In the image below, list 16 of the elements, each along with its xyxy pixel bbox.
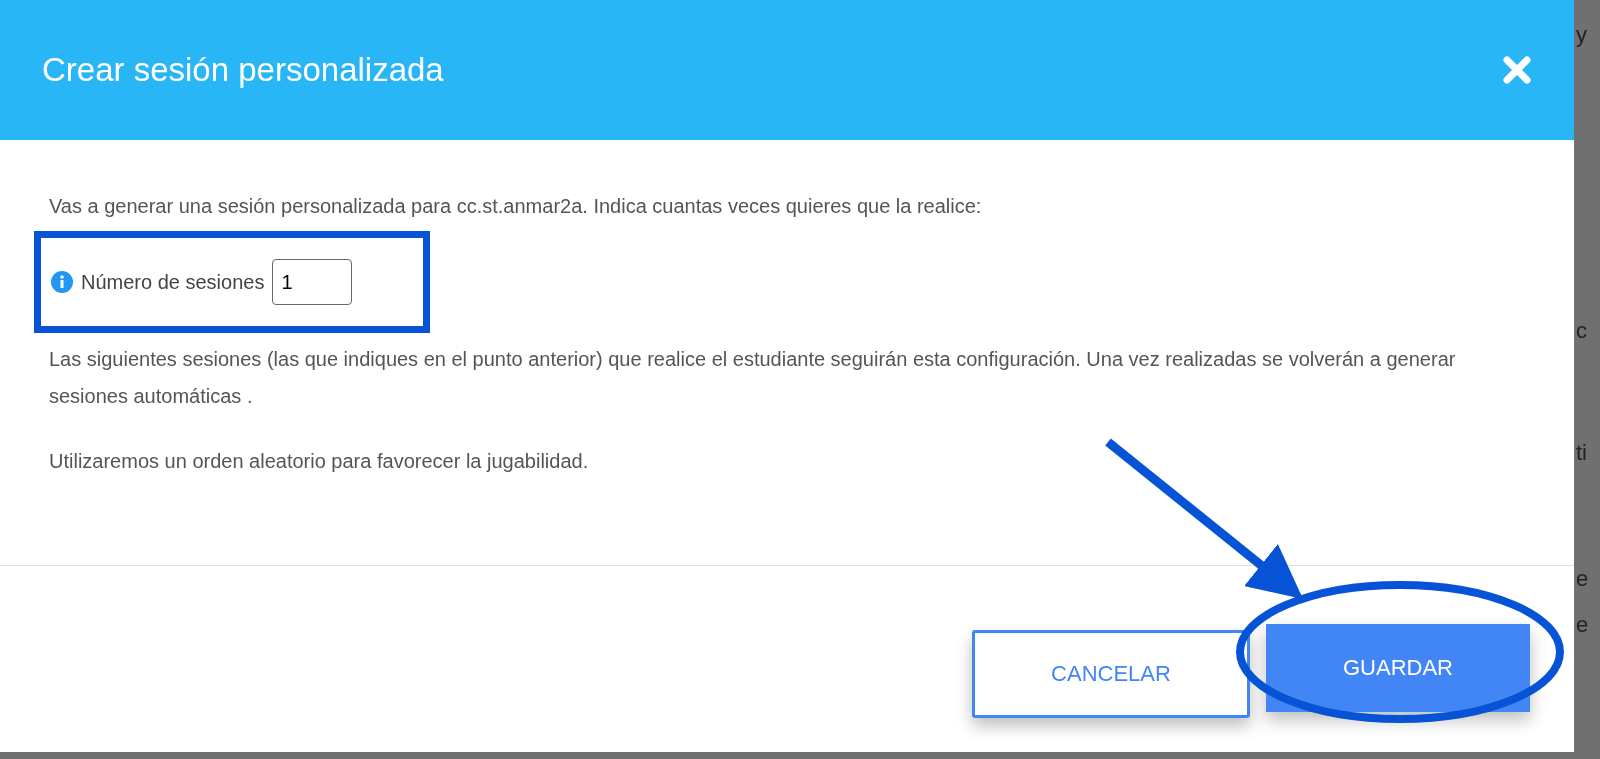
body-paragraph: Las siguientes sesiones (las que indiques en el punto anterior) que realice el estudiante seguirán esta configuración. Una vez realizadas se volverán a generar sesiones automáticas . [49, 347, 1457, 409]
close-icon [1502, 55, 1532, 85]
body-paragraph: Utilizaremos un orden aleatorio para favorecer la jugabilidad. [49, 449, 590, 474]
background-text: c [1576, 318, 1587, 344]
background-text: y [1576, 22, 1587, 48]
sessions-input[interactable]: 1 [272, 259, 353, 305]
cancel-button[interactable]: CANCELAR [972, 630, 1250, 718]
save-button[interactable]: GUARDAR [1266, 624, 1530, 712]
background-text: ti [1576, 440, 1587, 466]
dialog-title: Crear sesión personalizada [42, 51, 444, 89]
info-icon[interactable] [51, 271, 73, 293]
close-button[interactable] [1502, 55, 1532, 85]
intro-text: Vas a generar una sesión personalizada para cc.st.anmar2a. Indica cuantas veces quieres que la realice: [49, 194, 983, 219]
field-label: Número de sesiones [81, 270, 265, 294]
background-text: e [1576, 612, 1589, 638]
background-text: e [1576, 566, 1589, 592]
